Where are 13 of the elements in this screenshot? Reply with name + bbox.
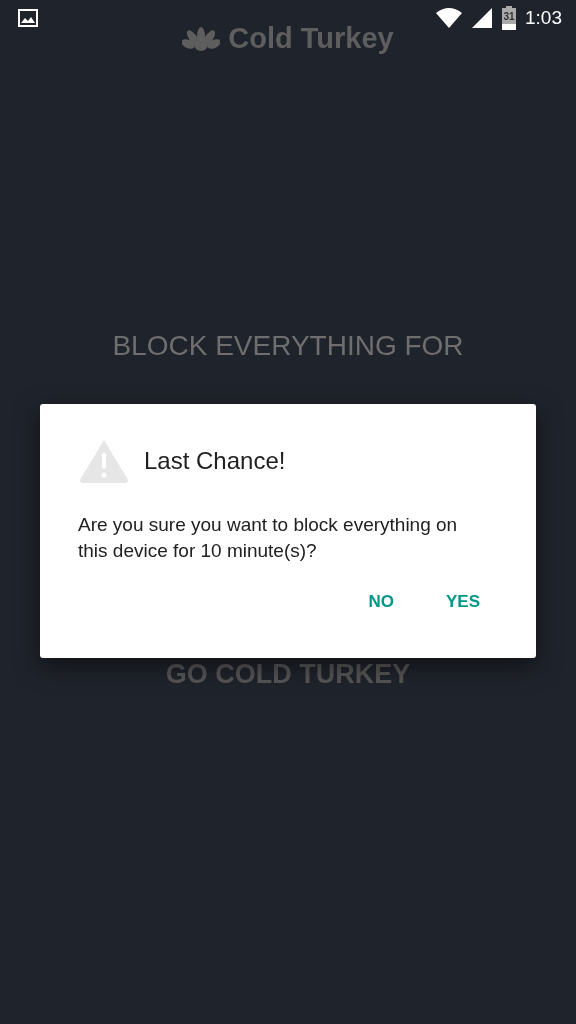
- turkey-icon: [182, 25, 221, 52]
- warning-icon: [78, 438, 130, 484]
- battery-icon: 31: [501, 6, 517, 30]
- no-button[interactable]: NO: [364, 586, 398, 618]
- dialog-message: Are you sure you want to block everything on this device for 10 minute(s)?: [78, 513, 459, 563]
- app-title: Cold Turkey: [228, 22, 394, 55]
- block-heading: BLOCK EVERYTHING FOR: [111, 330, 465, 362]
- yes-button[interactable]: YES: [441, 586, 484, 618]
- signal-icon: [471, 7, 493, 29]
- wifi-icon: [435, 7, 463, 29]
- clock-time: 1:03: [525, 7, 562, 29]
- dialog-title: Last Chance!: [144, 447, 286, 475]
- image-icon: [18, 9, 38, 27]
